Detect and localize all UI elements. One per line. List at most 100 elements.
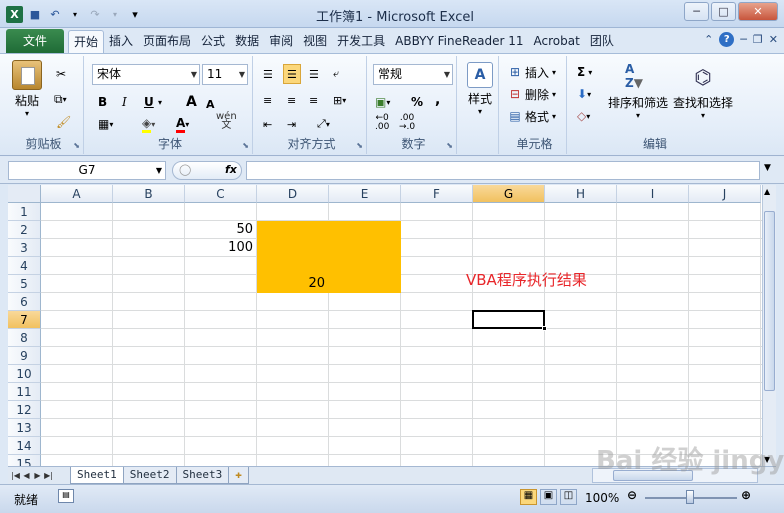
tab-4[interactable]: 数据 (230, 30, 264, 53)
redo-icon[interactable]: ↷ (87, 6, 103, 22)
last-sheet-icon[interactable]: ▶| (43, 469, 54, 483)
accounting-format-icon[interactable]: ▣ ▾ (375, 92, 390, 112)
clipboard-launcher-icon[interactable]: ⬊ (73, 141, 80, 150)
autosum-button[interactable]: Σ ▾ (577, 62, 592, 82)
row-header-12[interactable]: 12 (8, 401, 41, 419)
row-header-6[interactable]: 6 (8, 293, 41, 311)
page-break-view-icon[interactable]: ◫ (560, 489, 577, 505)
redo-dropdown-icon[interactable]: ▾ (107, 6, 123, 22)
tab-6[interactable]: 视图 (298, 30, 332, 53)
column-header-D[interactable]: D (257, 185, 329, 203)
italic-button[interactable]: I (122, 92, 127, 112)
doc-minimize-icon[interactable]: ─ (740, 33, 747, 46)
comma-style-button[interactable]: , (435, 90, 440, 110)
column-header-C[interactable]: C (185, 185, 257, 203)
underline-button[interactable]: U (144, 92, 154, 112)
alignment-launcher-icon[interactable]: ⬊ (356, 141, 363, 150)
row-header-8[interactable]: 8 (8, 329, 41, 347)
row-header-4[interactable]: 4 (8, 257, 41, 275)
help-icon[interactable]: ? (719, 32, 735, 47)
doc-close-icon[interactable]: ✕ (769, 33, 778, 46)
paste-button[interactable]: 粘贴 ▾ (10, 60, 44, 118)
grow-font-button[interactable]: A (186, 92, 197, 112)
close-button[interactable]: ✕ (738, 2, 778, 21)
zoom-in-icon[interactable]: ⊕ (741, 488, 751, 502)
excel-logo-icon[interactable]: X (6, 5, 23, 23)
font-color-button[interactable]: A ▾ (176, 114, 189, 134)
row-header-5[interactable]: 5 (8, 275, 41, 293)
align-right-icon[interactable]: ≡ (309, 90, 318, 110)
tab-3[interactable]: 公式 (196, 30, 230, 53)
column-header-I[interactable]: I (617, 185, 689, 203)
percent-style-button[interactable]: % (411, 92, 423, 112)
tab-9[interactable]: Acrobat (529, 30, 585, 53)
align-top-icon[interactable]: ☰ (263, 64, 273, 84)
row-header-15[interactable]: 15 (8, 455, 41, 466)
doc-restore-icon[interactable]: ❐ (753, 33, 763, 46)
name-box[interactable]: G7 ▼ (8, 161, 166, 180)
styles-button[interactable]: A 样式 ▾ (463, 62, 497, 116)
align-left-icon[interactable]: ≡ (263, 90, 272, 110)
sheet-tab-3[interactable]: Sheet3 (175, 467, 230, 484)
tab-0[interactable]: 开始 (68, 30, 105, 53)
increase-decimal-icon[interactable]: ←0.00 (375, 114, 389, 134)
column-header-A[interactable]: A (41, 185, 113, 203)
format-painter-icon[interactable]: 🖌 (56, 112, 71, 132)
sheet-tab-2[interactable]: Sheet2 (122, 467, 177, 484)
first-sheet-icon[interactable]: |◀ (10, 469, 21, 483)
scroll-up-icon[interactable]: ▲ (764, 187, 770, 196)
undo-dropdown-icon[interactable]: ▾ (67, 6, 83, 22)
decrease-decimal-icon[interactable]: .00 →.0 (399, 114, 415, 134)
wrap-text-icon[interactable]: ⤶ (333, 64, 339, 84)
border-icon[interactable]: ▦ ▾ (98, 114, 113, 134)
decrease-indent-icon[interactable]: ⇤ (263, 114, 272, 134)
minimize-button[interactable]: ─ (684, 2, 709, 21)
row-header-10[interactable]: 10 (8, 365, 41, 383)
customize-qat-icon[interactable]: ▾ (127, 6, 143, 22)
copy-icon[interactable]: ⧉ ▾ (54, 89, 67, 109)
insert-function-button[interactable]: fx (225, 163, 237, 176)
expand-formula-icon[interactable]: ▼ (764, 163, 771, 173)
number-format-combo[interactable]: 常规 ▼ (373, 64, 453, 85)
zoom-out-icon[interactable]: ⊖ (627, 488, 637, 502)
tab-2[interactable]: 页面布局 (138, 30, 196, 53)
font-launcher-icon[interactable]: ⬊ (242, 141, 249, 150)
minimize-ribbon-icon[interactable]: ⌃ (704, 33, 713, 46)
active-cell-G7[interactable] (472, 310, 547, 331)
delete-cells-button[interactable]: ⊟ 删除 ▾ (507, 84, 556, 104)
fill-handle[interactable] (542, 326, 547, 331)
page-layout-view-icon[interactable]: ▣ (540, 489, 557, 505)
tab-10[interactable]: 团队 (585, 30, 619, 53)
row-header-7[interactable]: 7 (8, 311, 41, 329)
phonetic-guide-button[interactable]: wén 文 (216, 112, 237, 132)
sort-filter-button[interactable]: A Z▼ 排序和筛选 ▾ (605, 62, 671, 120)
fill-color-icon[interactable]: ◈ ▾ (142, 114, 155, 134)
column-header-H[interactable]: H (545, 185, 617, 203)
zoom-level[interactable]: 100% (585, 491, 619, 505)
align-bottom-icon[interactable]: ☰ (309, 64, 319, 84)
row-header-2[interactable]: 2 (8, 221, 41, 239)
row-header-13[interactable]: 13 (8, 419, 41, 437)
tab-1[interactable]: 插入 (104, 30, 138, 53)
column-header-E[interactable]: E (329, 185, 401, 203)
prev-sheet-icon[interactable]: ◀ (21, 469, 32, 483)
formula-input[interactable] (246, 161, 760, 180)
cut-icon[interactable]: ✂ (56, 64, 66, 84)
row-header-11[interactable]: 11 (8, 383, 41, 401)
tab-file[interactable]: 文件 (6, 29, 64, 53)
undo-icon[interactable]: ↶ (47, 6, 63, 22)
align-middle-icon[interactable]: ☰ (283, 64, 301, 84)
number-launcher-icon[interactable]: ⬊ (446, 141, 453, 150)
select-all-corner[interactable] (8, 185, 41, 203)
insert-sheet-icon[interactable]: ✚ (228, 467, 249, 484)
increase-indent-icon[interactable]: ⇥ (287, 114, 296, 134)
vertical-scroll-thumb[interactable] (764, 211, 775, 391)
zoom-slider-thumb[interactable] (686, 490, 694, 504)
cell-C3[interactable]: 100 (185, 239, 253, 257)
tab-7[interactable]: 开发工具 (332, 30, 390, 53)
shrink-font-button[interactable]: A (206, 94, 215, 114)
font-name-combo[interactable]: 宋体 ▼ (92, 64, 200, 85)
tab-8[interactable]: ABBYY FineReader 11 (390, 30, 528, 53)
next-sheet-icon[interactable]: ▶ (32, 469, 43, 483)
row-header-3[interactable]: 3 (8, 239, 41, 257)
